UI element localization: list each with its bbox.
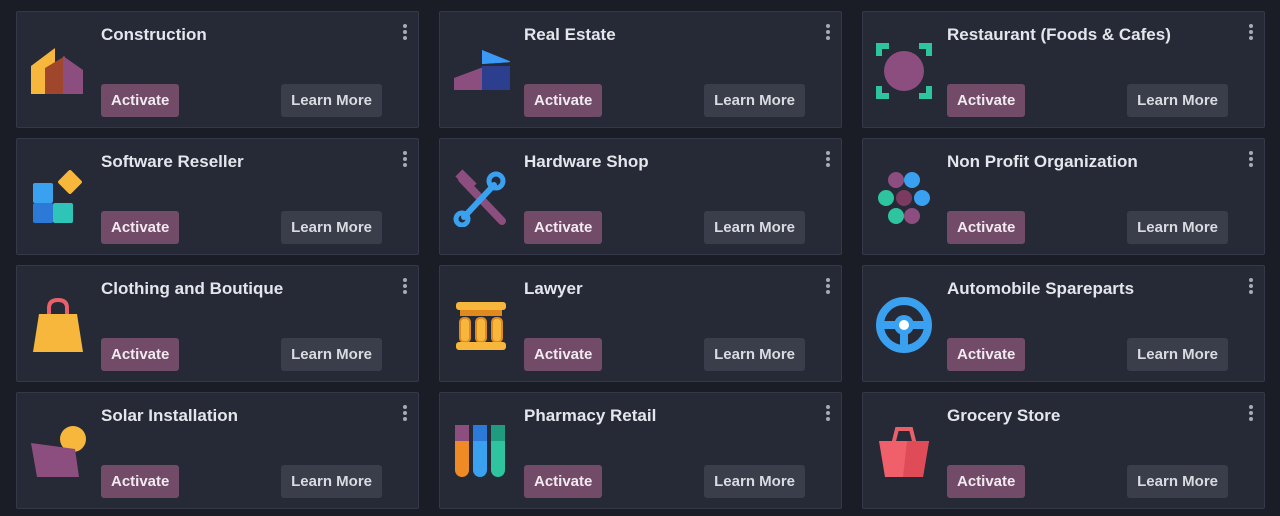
card-grocery-store: Grocery Store Activate Learn More — [862, 392, 1265, 509]
kebab-menu-icon[interactable] — [402, 151, 408, 167]
real-estate-icon — [452, 42, 510, 100]
learn-more-button[interactable]: Learn More — [1127, 211, 1228, 244]
activate-button[interactable]: Activate — [101, 211, 180, 244]
steering-wheel-icon — [875, 296, 933, 354]
kebab-menu-icon[interactable] — [825, 278, 831, 294]
card-title: Solar Installation — [101, 406, 238, 425]
card-title: Non Profit Organization — [947, 152, 1138, 171]
card-title: Construction — [101, 25, 207, 44]
restaurant-icon — [875, 42, 933, 100]
learn-more-button[interactable]: Learn More — [281, 84, 382, 117]
clothing-boutique-icon — [29, 296, 87, 354]
card-title: Lawyer — [524, 279, 583, 298]
card-software-reseller: Software Reseller Activate Learn More — [16, 138, 419, 255]
grocery-store-icon — [875, 423, 933, 481]
learn-more-button[interactable]: Learn More — [704, 338, 805, 371]
non-profit-icon — [875, 169, 933, 227]
learn-more-button[interactable]: Learn More — [704, 211, 805, 244]
solar-installation-icon — [29, 423, 87, 481]
kebab-menu-icon[interactable] — [825, 151, 831, 167]
kebab-menu-icon[interactable] — [825, 24, 831, 40]
activate-button[interactable]: Activate — [101, 465, 180, 498]
activate-button[interactable]: Activate — [524, 338, 603, 371]
activate-button[interactable]: Activate — [947, 465, 1026, 498]
construction-icon — [29, 42, 87, 100]
card-title: Hardware Shop — [524, 152, 649, 171]
learn-more-button[interactable]: Learn More — [704, 84, 805, 117]
card-automobile-spareparts: Automobile Spareparts Activate Learn Mor… — [862, 265, 1265, 382]
kebab-menu-icon[interactable] — [1248, 24, 1254, 40]
card-title: Clothing and Boutique — [101, 279, 284, 298]
kebab-menu-icon[interactable] — [402, 405, 408, 421]
activate-button[interactable]: Activate — [524, 84, 603, 117]
learn-more-button[interactable]: Learn More — [281, 338, 382, 371]
card-pharmacy-retail: Pharmacy Retail Activate Learn More — [439, 392, 842, 509]
activate-button[interactable]: Activate — [947, 338, 1026, 371]
card-title: Automobile Spareparts — [947, 279, 1135, 298]
kebab-menu-icon[interactable] — [1248, 278, 1254, 294]
card-title: Pharmacy Retail — [524, 406, 657, 425]
lawyer-icon — [452, 296, 510, 354]
learn-more-button[interactable]: Learn More — [1127, 338, 1228, 371]
card-hardware-shop: Hardware Shop Activate Learn More — [439, 138, 842, 255]
learn-more-button[interactable]: Learn More — [281, 211, 382, 244]
hardware-shop-icon — [452, 169, 510, 227]
activate-button[interactable]: Activate — [101, 84, 180, 117]
kebab-menu-icon[interactable] — [402, 278, 408, 294]
card-restaurant: Restaurant (Foods & Cafes) Activate Lear… — [862, 11, 1265, 128]
kebab-menu-icon[interactable] — [825, 405, 831, 421]
activate-button[interactable]: Activate — [947, 84, 1026, 117]
activate-button[interactable]: Activate — [101, 338, 180, 371]
card-title: Restaurant (Foods & Cafes) — [947, 25, 1171, 44]
pharmacy-retail-icon — [452, 423, 510, 481]
learn-more-button[interactable]: Learn More — [1127, 84, 1228, 117]
kebab-menu-icon[interactable] — [1248, 405, 1254, 421]
card-title: Grocery Store — [947, 406, 1061, 425]
activate-button[interactable]: Activate — [524, 465, 603, 498]
card-solar-installation: Solar Installation Activate Learn More — [16, 392, 419, 509]
card-clothing-boutique: Clothing and Boutique Activate Learn Mor… — [16, 265, 419, 382]
activate-button[interactable]: Activate — [524, 211, 603, 244]
learn-more-button[interactable]: Learn More — [704, 465, 805, 498]
card-non-profit: Non Profit Organization Activate Learn M… — [862, 138, 1265, 255]
activate-button[interactable]: Activate — [947, 211, 1026, 244]
kebab-menu-icon[interactable] — [1248, 151, 1254, 167]
card-lawyer: Lawyer Activate Learn More — [439, 265, 842, 382]
card-real-estate: Real Estate Activate Learn More — [439, 11, 842, 128]
learn-more-button[interactable]: Learn More — [1127, 465, 1228, 498]
software-reseller-icon — [29, 169, 87, 227]
kebab-menu-icon[interactable] — [402, 24, 408, 40]
card-title: Software Reseller — [101, 152, 244, 171]
card-title: Real Estate — [524, 25, 616, 44]
card-construction: Construction Activate Learn More — [16, 11, 419, 128]
learn-more-button[interactable]: Learn More — [281, 465, 382, 498]
industry-grid: Construction Activate Learn More Real Es… — [16, 11, 1265, 509]
